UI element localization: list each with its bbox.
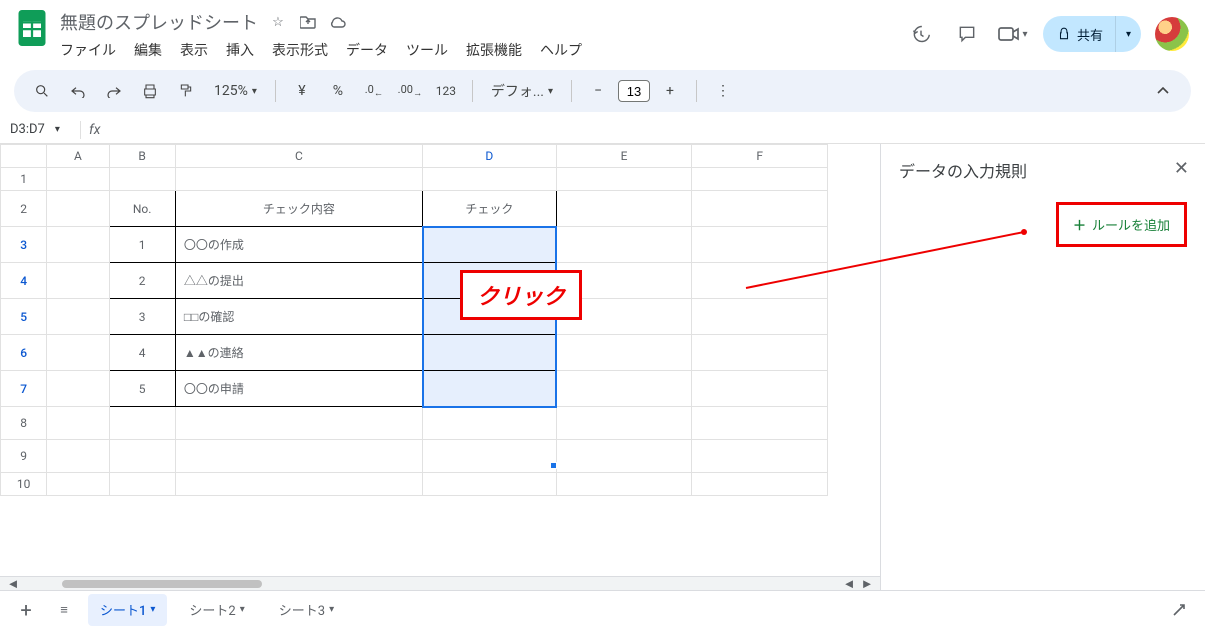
move-icon[interactable]	[298, 12, 318, 32]
menu-tools[interactable]: ツール	[406, 40, 448, 60]
table-row[interactable]: 4	[109, 335, 175, 371]
horizontal-scrollbar[interactable]: ◄ ◄ ►	[0, 576, 880, 590]
menu-extensions[interactable]: 拡張機能	[466, 40, 522, 60]
increase-decimal-button[interactable]: .00→	[396, 77, 424, 105]
row-header[interactable]: 10	[1, 473, 47, 496]
menu-help[interactable]: ヘルプ	[540, 40, 582, 60]
name-box[interactable]: D3:D7▾	[10, 122, 72, 137]
sheet-tab[interactable]: シート3▾	[267, 594, 346, 626]
table-row[interactable]: 5	[109, 371, 175, 407]
cloud-status-icon[interactable]	[328, 12, 348, 32]
row-header[interactable]: 5	[1, 299, 47, 335]
font-size-increase[interactable]: +	[656, 77, 684, 105]
zoom-select[interactable]: 125%▾	[208, 77, 263, 105]
share-button[interactable]: 共有 ▾	[1043, 16, 1141, 52]
menu-file[interactable]: ファイル	[60, 40, 116, 60]
font-size-input[interactable]	[618, 80, 650, 102]
print-button[interactable]	[136, 77, 164, 105]
row-header[interactable]: 1	[1, 168, 47, 191]
all-sheets-button[interactable]: ≡	[50, 596, 78, 624]
table-row[interactable]: 1	[109, 227, 175, 263]
table-row[interactable]: □□の確認	[175, 299, 422, 335]
table-row[interactable]	[423, 335, 557, 371]
doc-title[interactable]: 無題のスプレッドシート	[60, 9, 258, 35]
data-validation-panel: データの入力規則 ✕ ＋ ルールを追加	[880, 144, 1205, 590]
row-header[interactable]: 8	[1, 407, 47, 440]
collapse-toolbar-button[interactable]	[1149, 77, 1177, 105]
row-header[interactable]: 4	[1, 263, 47, 299]
plus-icon: ＋	[1073, 215, 1086, 234]
col-header-F[interactable]: F	[692, 145, 828, 168]
redo-button[interactable]	[100, 77, 128, 105]
table-header-content[interactable]: チェック内容	[175, 191, 422, 227]
table-header-check[interactable]: チェック	[423, 191, 557, 227]
menu-edit[interactable]: 編集	[134, 40, 162, 60]
col-header-D[interactable]: D	[423, 145, 557, 168]
row-header[interactable]: 3	[1, 227, 47, 263]
decrease-decimal-button[interactable]: .0←	[360, 77, 388, 105]
formula-bar[interactable]	[108, 122, 1195, 137]
row-header[interactable]: 2	[1, 191, 47, 227]
col-header-B[interactable]: B	[109, 145, 175, 168]
annotation-click-label: クリック	[460, 270, 582, 320]
table-row[interactable]: △△の提出	[175, 263, 422, 299]
search-icon[interactable]	[28, 77, 56, 105]
selection-handle[interactable]	[550, 462, 557, 469]
table-header-no[interactable]: No.	[109, 191, 175, 227]
sheet-tab[interactable]: シート2▾	[177, 594, 256, 626]
table-row[interactable]	[423, 371, 557, 407]
font-size-decrease[interactable]: −	[584, 77, 612, 105]
meet-icon[interactable]: ▾	[997, 18, 1029, 50]
share-dropdown[interactable]: ▾	[1115, 16, 1141, 52]
row-header[interactable]: 9	[1, 440, 47, 473]
table-row[interactable]: 2	[109, 263, 175, 299]
add-rule-button[interactable]: ＋ ルールを追加	[1056, 202, 1187, 247]
panel-title: データの入力規則	[899, 158, 1187, 182]
scroll-left2-icon[interactable]: ◄	[840, 576, 858, 592]
share-label: 共有	[1077, 25, 1103, 44]
col-header-C[interactable]: C	[175, 145, 422, 168]
add-rule-label: ルールを追加	[1092, 215, 1170, 234]
sheet-tab[interactable]: シート1▾	[88, 594, 167, 626]
menu-format[interactable]: 表示形式	[272, 40, 328, 60]
undo-button[interactable]	[64, 77, 92, 105]
table-row[interactable]: ▲▲の連絡	[175, 335, 422, 371]
spreadsheet-grid[interactable]: A B C D E F 1 2 No. チェック内容 チェック 3 1 〇〇の作…	[0, 144, 828, 496]
star-icon[interactable]: ☆	[268, 12, 288, 32]
more-formats-button[interactable]: 123	[432, 77, 460, 105]
font-name: デフォ...	[491, 81, 544, 101]
table-row[interactable]	[423, 227, 557, 263]
comment-icon[interactable]	[951, 18, 983, 50]
scrollbar-thumb[interactable]	[62, 580, 262, 588]
menu-data[interactable]: データ	[346, 40, 388, 60]
font-select[interactable]: デフォ...▾	[485, 77, 559, 105]
paint-format-button[interactable]	[172, 77, 200, 105]
sheets-logo[interactable]	[16, 8, 48, 48]
percent-button[interactable]: %	[324, 77, 352, 105]
menu-view[interactable]: 表示	[180, 40, 208, 60]
table-row[interactable]: 3	[109, 299, 175, 335]
row-header[interactable]: 6	[1, 335, 47, 371]
more-toolbar-button[interactable]: ⋮	[709, 77, 737, 105]
menu-insert[interactable]: 挿入	[226, 40, 254, 60]
add-sheet-button[interactable]: +	[12, 596, 40, 624]
scroll-left-icon[interactable]: ◄	[4, 576, 22, 592]
currency-button[interactable]: ¥	[288, 77, 316, 105]
explore-button[interactable]	[1165, 596, 1193, 624]
lock-icon	[1057, 27, 1071, 41]
scroll-right-icon[interactable]: ►	[858, 576, 876, 592]
menu-bar: ファイル 編集 表示 挿入 表示形式 データ ツール 拡張機能 ヘルプ	[60, 36, 893, 64]
select-all-cell[interactable]	[1, 145, 47, 168]
fx-icon: fx	[89, 122, 100, 138]
close-panel-button[interactable]: ✕	[1174, 158, 1189, 179]
zoom-value: 125%	[214, 83, 248, 99]
table-row[interactable]: 〇〇の申請	[175, 371, 422, 407]
col-header-A[interactable]: A	[47, 145, 109, 168]
toolbar: 125%▾ ¥ % .0← .00→ 123 デフォ...▾ − + ⋮	[14, 70, 1191, 112]
history-icon[interactable]	[905, 18, 937, 50]
col-header-E[interactable]: E	[556, 145, 692, 168]
table-row[interactable]: 〇〇の作成	[175, 227, 422, 263]
account-avatar[interactable]	[1155, 17, 1189, 51]
row-header[interactable]: 7	[1, 371, 47, 407]
